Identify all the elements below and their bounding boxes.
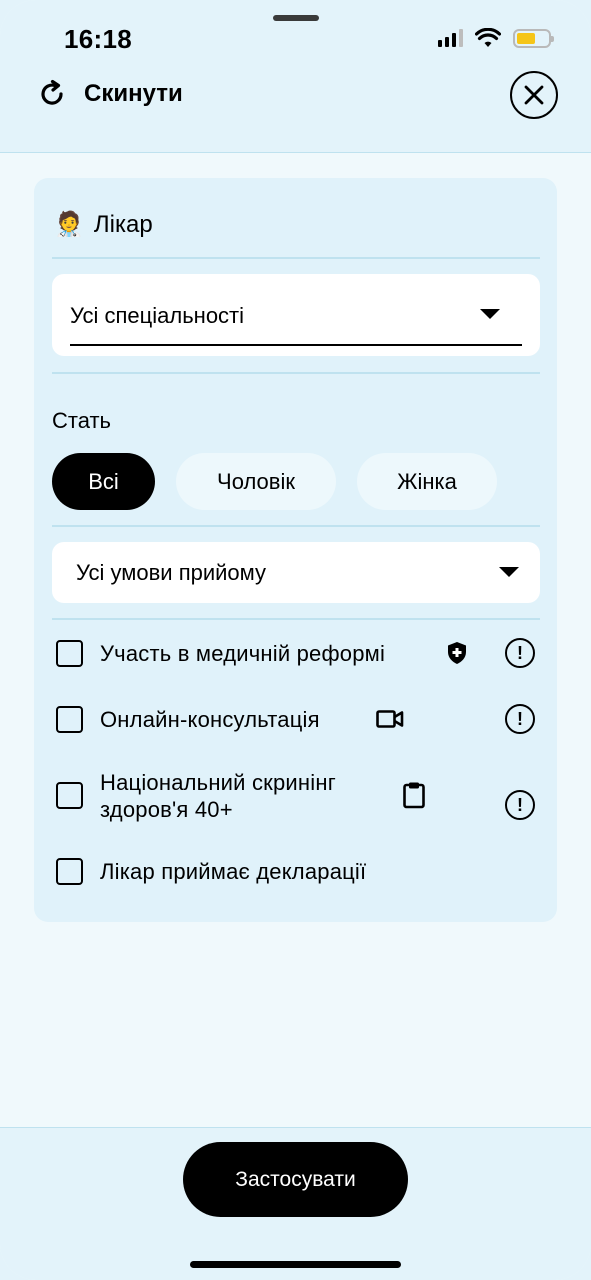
footer: Застосувати <box>0 1127 591 1280</box>
screening-label-line1: Національний скринінг <box>100 770 336 795</box>
gender-label: Стать <box>52 408 112 433</box>
divider <box>52 618 540 620</box>
status-icons <box>438 28 554 48</box>
close-button[interactable] <box>510 71 558 119</box>
doctor-section-label: Лікар <box>93 210 153 238</box>
gender-chip-female[interactable]: Жінка <box>357 453 497 510</box>
status-time: 16:18 <box>64 24 132 54</box>
conditions-select[interactable]: Усі умови прийому <box>52 542 540 603</box>
doctor-section-title: 🧑‍⚕️ Лікар <box>54 210 153 239</box>
online-checkbox-row[interactable]: Онлайн-консультація <box>56 706 320 733</box>
wifi-icon <box>475 28 501 47</box>
filter-card: 🧑‍⚕️ Лікар Усі спеціальності Стать Всі Ч… <box>34 178 557 922</box>
video-camera-icon <box>376 710 404 728</box>
declarations-checkbox[interactable] <box>56 858 83 885</box>
apply-button[interactable]: Застосувати <box>183 1142 408 1217</box>
divider <box>52 257 540 259</box>
screen: 16:18 Скинути <box>0 0 591 1280</box>
conditions-select-value: Усі умови прийому <box>76 560 267 585</box>
gender-chip-male[interactable]: Чоловік <box>176 453 336 510</box>
dynamic-island-handle <box>273 15 319 21</box>
shield-plus-icon <box>448 642 466 664</box>
chevron-down-icon <box>480 309 500 319</box>
declarations-label: Лікар приймає декларації <box>100 859 367 884</box>
reform-checkbox[interactable] <box>56 640 83 667</box>
specialty-select-value: Усі спеціальності <box>70 303 245 328</box>
refresh-icon <box>41 79 63 105</box>
reset-label: Скинути <box>84 80 183 107</box>
clipboard-icon <box>403 782 425 809</box>
screening-label: Національний скринінг здоров'я 40+ <box>100 769 336 823</box>
online-checkbox[interactable] <box>56 706 83 733</box>
doctor-emoji-icon: 🧑‍⚕️ <box>54 211 84 238</box>
divider <box>52 372 540 374</box>
screening-checkbox-row[interactable] <box>56 782 83 809</box>
screening-checkbox[interactable] <box>56 782 83 809</box>
declarations-checkbox-row[interactable]: Лікар приймає декларації <box>56 858 366 885</box>
reform-checkbox-row[interactable]: Участь в медичній реформі <box>56 640 385 667</box>
reform-info-button[interactable]: ! <box>505 638 535 668</box>
gender-chip-all[interactable]: Всі <box>52 453 155 510</box>
online-info-button[interactable]: ! <box>505 704 535 734</box>
battery-icon <box>513 28 554 48</box>
close-icon <box>524 85 544 105</box>
screening-info-button[interactable]: ! <box>505 790 535 820</box>
reform-label: Участь в медичній реформі <box>100 641 386 666</box>
battery-level <box>517 32 535 44</box>
header: 16:18 Скинути <box>0 0 591 153</box>
divider <box>52 525 540 527</box>
select-underline <box>70 344 522 346</box>
online-label: Онлайн-консультація <box>100 707 320 732</box>
screening-label-line2: здоров'я 40+ <box>100 797 233 822</box>
home-indicator <box>190 1261 401 1268</box>
chevron-down-icon <box>499 567 519 577</box>
reset-button[interactable]: Скинути <box>36 78 183 110</box>
signal-icon <box>438 29 463 47</box>
specialty-select[interactable]: Усі спеціальності <box>52 274 540 356</box>
